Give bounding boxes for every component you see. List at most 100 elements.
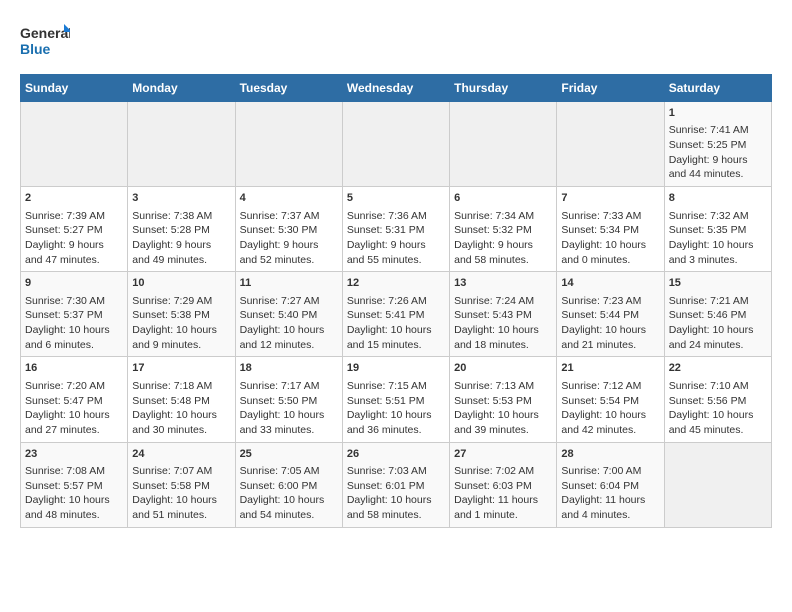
day-info: Daylight: 10 hours and 12 minutes. [240, 323, 338, 352]
day-info: Sunrise: 7:37 AM [240, 209, 338, 224]
day-info: Sunrise: 7:26 AM [347, 294, 445, 309]
day-info: Daylight: 11 hours and 1 minute. [454, 493, 552, 522]
day-info: Sunrise: 7:29 AM [132, 294, 230, 309]
day-number: 19 [347, 361, 445, 376]
day-info: Daylight: 10 hours and 48 minutes. [25, 493, 123, 522]
day-info: Sunset: 5:53 PM [454, 394, 552, 409]
day-info: Sunrise: 7:38 AM [132, 209, 230, 224]
header: General Blue [20, 20, 772, 64]
day-info: Sunrise: 7:23 AM [561, 294, 659, 309]
day-number: 1 [669, 106, 767, 121]
day-number: 8 [669, 191, 767, 206]
calendar-week-2: 2Sunrise: 7:39 AMSunset: 5:27 PMDaylight… [21, 187, 772, 272]
calendar-cell: 18Sunrise: 7:17 AMSunset: 5:50 PMDayligh… [235, 357, 342, 442]
day-info: Sunrise: 7:33 AM [561, 209, 659, 224]
day-info: Sunset: 6:03 PM [454, 479, 552, 494]
day-info: Sunrise: 7:30 AM [25, 294, 123, 309]
weekday-header-sunday: Sunday [21, 75, 128, 102]
day-info: Sunrise: 7:03 AM [347, 464, 445, 479]
day-number: 15 [669, 276, 767, 291]
day-number: 23 [25, 447, 123, 462]
day-number: 7 [561, 191, 659, 206]
calendar-week-1: 1Sunrise: 7:41 AMSunset: 5:25 PMDaylight… [21, 102, 772, 187]
day-number: 22 [669, 361, 767, 376]
calendar-cell: 8Sunrise: 7:32 AMSunset: 5:35 PMDaylight… [664, 187, 771, 272]
weekday-header-friday: Friday [557, 75, 664, 102]
day-info: Sunset: 5:37 PM [25, 308, 123, 323]
day-info: Sunset: 5:48 PM [132, 394, 230, 409]
day-info: Sunset: 5:32 PM [454, 223, 552, 238]
day-info: Daylight: 10 hours and 0 minutes. [561, 238, 659, 267]
day-info: Sunrise: 7:20 AM [25, 379, 123, 394]
calendar-cell: 19Sunrise: 7:15 AMSunset: 5:51 PMDayligh… [342, 357, 449, 442]
calendar-cell: 25Sunrise: 7:05 AMSunset: 6:00 PMDayligh… [235, 442, 342, 527]
day-info: Sunrise: 7:13 AM [454, 379, 552, 394]
calendar-cell: 28Sunrise: 7:00 AMSunset: 6:04 PMDayligh… [557, 442, 664, 527]
day-info: Sunrise: 7:18 AM [132, 379, 230, 394]
day-info: Sunrise: 7:02 AM [454, 464, 552, 479]
calendar-cell: 14 Sunrise: 7:23 AMSunset: 5:44 PMDayligh… [557, 272, 664, 357]
calendar-table: SundayMondayTuesdayWednesdayThursdayFrid… [20, 74, 772, 528]
day-info: Daylight: 10 hours and 51 minutes. [132, 493, 230, 522]
day-info: Sunset: 5:51 PM [347, 394, 445, 409]
day-info: Daylight: 10 hours and 21 minutes. [561, 323, 659, 352]
day-number: 10 [132, 276, 230, 291]
calendar-cell: 6Sunrise: 7:34 AMSunset: 5:32 PMDaylight… [450, 187, 557, 272]
day-info: Sunset: 5:54 PM [561, 394, 659, 409]
day-info: Daylight: 9 hours and 49 minutes. [132, 238, 230, 267]
day-info: Sunset: 5:57 PM [25, 479, 123, 494]
calendar-cell: 15Sunrise: 7:21 AMSunset: 5:46 PMDayligh… [664, 272, 771, 357]
day-number: 14 [561, 276, 659, 291]
weekday-header-thursday: Thursday [450, 75, 557, 102]
calendar-cell: 4Sunrise: 7:37 AMSunset: 5:30 PMDaylight… [235, 187, 342, 272]
day-number: 20 [454, 361, 552, 376]
day-number: 13 [454, 276, 552, 291]
calendar-cell: 10Sunrise: 7:29 AMSunset: 5:38 PMDayligh… [128, 272, 235, 357]
day-info: Sunset: 5:46 PM [669, 308, 767, 323]
calendar-cell [664, 442, 771, 527]
weekday-header-wednesday: Wednesday [342, 75, 449, 102]
calendar-cell: 12Sunrise: 7:26 AMSunset: 5:41 PMDayligh… [342, 272, 449, 357]
calendar-cell: 21Sunrise: 7:12 AMSunset: 5:54 PMDayligh… [557, 357, 664, 442]
day-info: Sunrise: 7:05 AM [240, 464, 338, 479]
calendar-cell: 5Sunrise: 7:36 AMSunset: 5:31 PMDaylight… [342, 187, 449, 272]
day-number: 26 [347, 447, 445, 462]
day-number: 3 [132, 191, 230, 206]
calendar-cell [342, 102, 449, 187]
day-info: Daylight: 10 hours and 9 minutes. [132, 323, 230, 352]
day-number: 6 [454, 191, 552, 206]
day-info: Daylight: 10 hours and 30 minutes. [132, 408, 230, 437]
day-number: 28 [561, 447, 659, 462]
svg-text:Blue: Blue [20, 41, 51, 57]
calendar-cell: 2Sunrise: 7:39 AMSunset: 5:27 PMDaylight… [21, 187, 128, 272]
day-number: 25 [240, 447, 338, 462]
day-info: Sunrise: 7:39 AM [25, 209, 123, 224]
day-info: Sunset: 5:56 PM [669, 394, 767, 409]
day-info: Daylight: 10 hours and 6 minutes. [25, 323, 123, 352]
calendar-cell [557, 102, 664, 187]
day-info: Daylight: 10 hours and 45 minutes. [669, 408, 767, 437]
logo-svg: General Blue [20, 20, 70, 64]
calendar-week-3: 9Sunrise: 7:30 AMSunset: 5:37 PMDaylight… [21, 272, 772, 357]
calendar-cell: 27 Sunrise: 7:02 AMSunset: 6:03 PMDayligh… [450, 442, 557, 527]
calendar-cell [450, 102, 557, 187]
day-info: Daylight: 10 hours and 58 minutes. [347, 493, 445, 522]
day-info: Daylight: 9 hours and 58 minutes. [454, 238, 552, 267]
day-number: 9 [25, 276, 123, 291]
day-info: Sunset: 6:00 PM [240, 479, 338, 494]
day-number: 16 [25, 361, 123, 376]
calendar-cell: 24Sunrise: 7:07 AMSunset: 5:58 PMDayligh… [128, 442, 235, 527]
day-info: Sunrise: 7:21 AM [669, 294, 767, 309]
calendar-cell: 7Sunrise: 7:33 AMSunset: 5:34 PMDaylight… [557, 187, 664, 272]
calendar-cell [21, 102, 128, 187]
calendar-cell: 3Sunrise: 7:38 AMSunset: 5:28 PMDaylight… [128, 187, 235, 272]
calendar-cell: 16Sunrise: 7:20 AMSunset: 5:47 PMDayligh… [21, 357, 128, 442]
day-info: Sunset: 6:01 PM [347, 479, 445, 494]
day-info: Sunset: 5:25 PM [669, 138, 767, 153]
day-info: Sunset: 5:44 PM [561, 308, 659, 323]
svg-text:General: General [20, 25, 70, 41]
day-number: 27 [454, 447, 552, 462]
calendar-cell: 17Sunrise: 7:18 AMSunset: 5:48 PMDayligh… [128, 357, 235, 442]
day-info: Daylight: 10 hours and 15 minutes. [347, 323, 445, 352]
weekday-header-row: SundayMondayTuesdayWednesdayThursdayFrid… [21, 75, 772, 102]
